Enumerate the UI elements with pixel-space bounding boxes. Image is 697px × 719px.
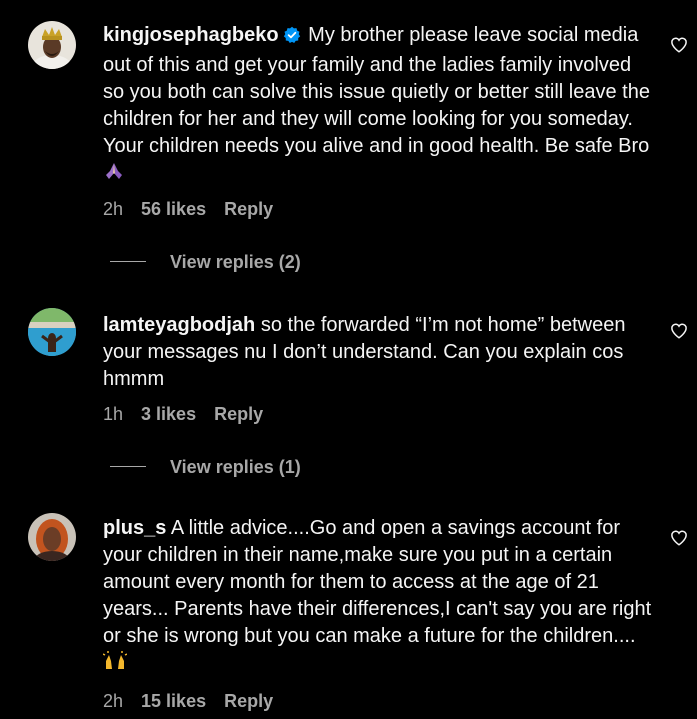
avatar[interactable] — [28, 308, 76, 356]
likes-count[interactable]: 56 likes — [141, 199, 206, 219]
raising-hands-icon — [102, 651, 128, 679]
reply-button[interactable]: Reply — [224, 691, 273, 711]
divider-line — [110, 261, 146, 262]
comment-body: lamteyagbodjah so the forwarded “I’m not… — [103, 312, 653, 393]
avatar[interactable] — [28, 21, 76, 69]
view-replies-label: View replies (2) — [170, 252, 301, 272]
view-replies-label: View replies (1) — [170, 457, 301, 477]
like-heart-icon[interactable] — [670, 529, 688, 547]
avatar[interactable] — [28, 513, 76, 561]
comment-time: 1h — [103, 404, 124, 424]
username[interactable]: kingjosephagbeko — [103, 24, 279, 46]
avatar-image — [28, 513, 76, 561]
divider-line — [110, 466, 146, 467]
comment-body: kingjosephagbeko My brother please leave… — [103, 22, 653, 189]
likes-count[interactable]: 15 likes — [141, 691, 206, 711]
avatar-image — [28, 308, 76, 356]
comment-time: 2h — [103, 199, 124, 219]
likes-count[interactable]: 3 likes — [141, 404, 196, 424]
reply-button[interactable]: Reply — [224, 199, 273, 219]
comment-meta: 1h 3 likes Reply — [103, 403, 263, 425]
praying-hands-icon — [103, 161, 125, 189]
view-replies-button[interactable]: View replies (1) — [110, 456, 301, 478]
verified-badge-icon — [283, 25, 301, 52]
username[interactable]: plus_s — [103, 517, 166, 539]
comment-meta: 2h 15 likes Reply — [103, 690, 273, 712]
comment-text: A little advice....Go and open a savings… — [103, 517, 652, 647]
view-replies-button[interactable]: View replies (2) — [110, 251, 301, 273]
like-heart-icon[interactable] — [670, 322, 688, 340]
like-heart-icon[interactable] — [670, 36, 688, 54]
username[interactable]: lamteyagbodjah — [103, 314, 255, 336]
comment-meta: 2h 56 likes Reply — [103, 198, 273, 220]
comment-time: 2h — [103, 691, 124, 711]
avatar-image — [28, 21, 76, 69]
comment-body: plus_s A little advice....Go and open a … — [102, 515, 653, 679]
reply-button[interactable]: Reply — [214, 404, 263, 424]
